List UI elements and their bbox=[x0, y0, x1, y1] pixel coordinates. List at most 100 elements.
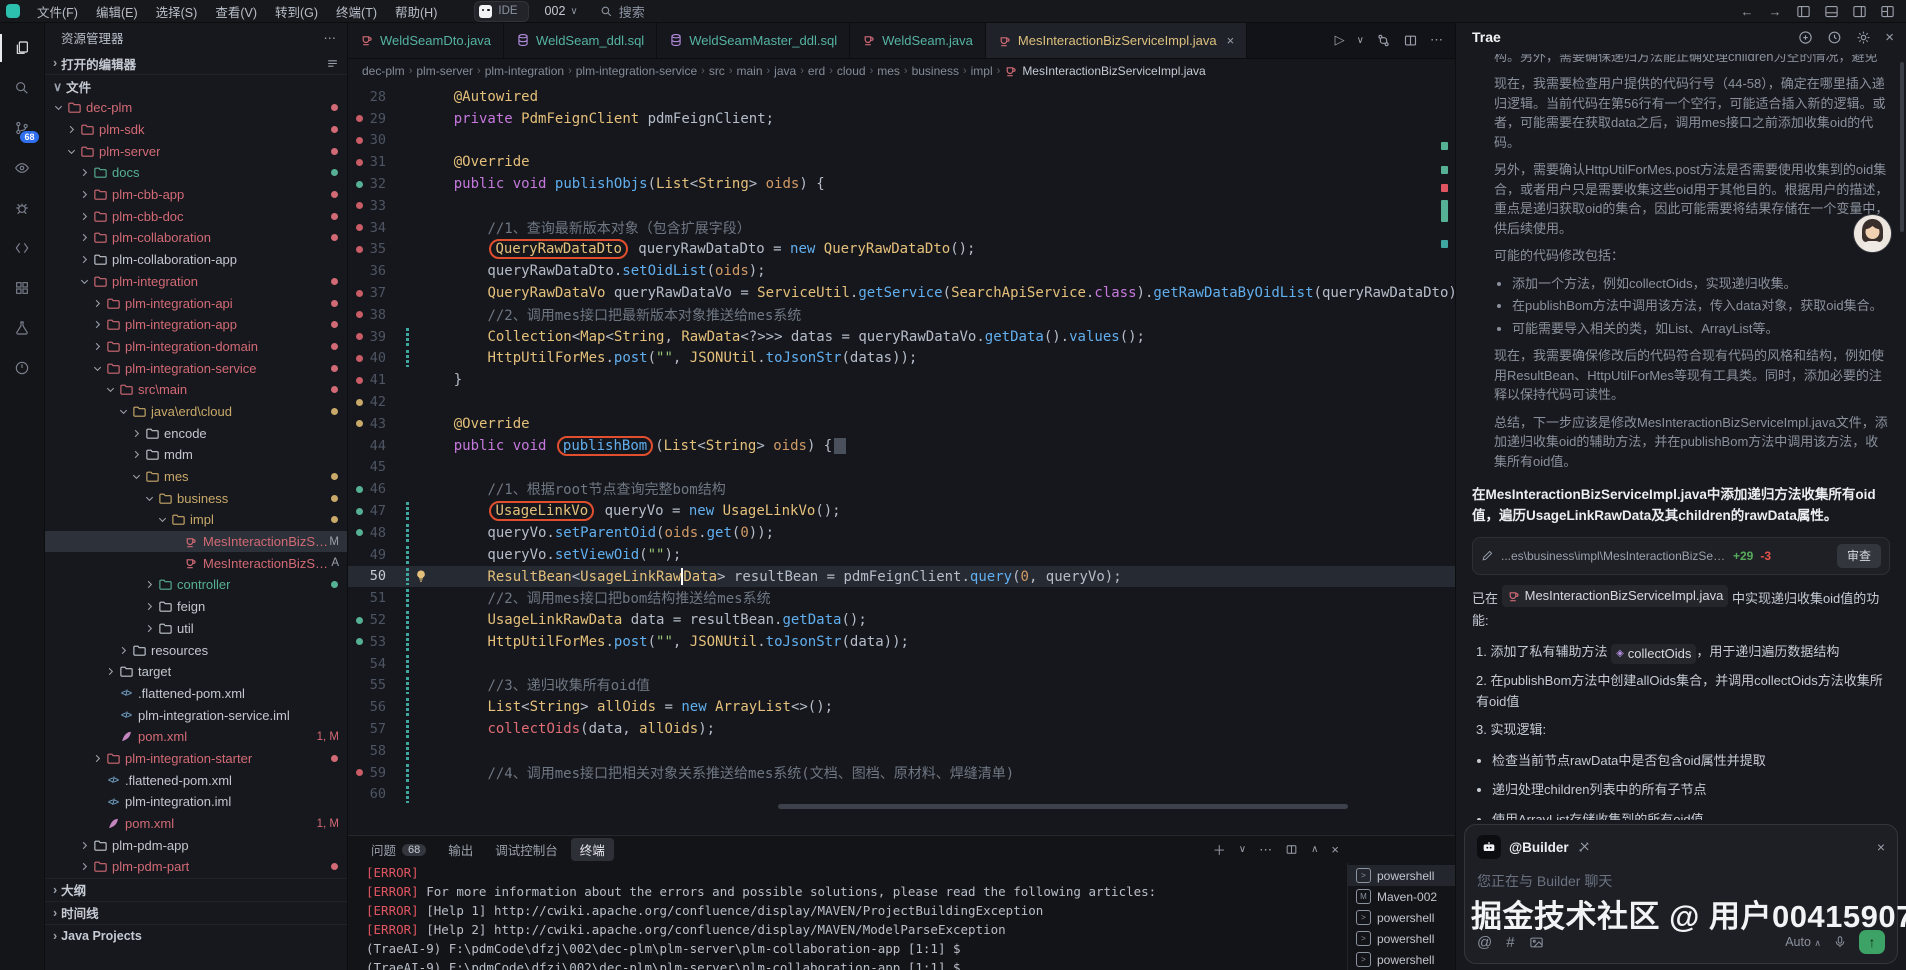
code-line-57[interactable]: 57 collectOids(data, allOids); bbox=[348, 718, 1455, 740]
code-line-35[interactable]: 35 QueryRawDataDto queryRawDataDto = new… bbox=[348, 239, 1455, 261]
split-terminal-icon[interactable] bbox=[1285, 843, 1298, 856]
tree-item-mdm[interactable]: mdm bbox=[45, 444, 347, 466]
tree-item-plm-integration-app[interactable]: plm-integration-app bbox=[45, 314, 347, 336]
close-panel-icon[interactable]: × bbox=[1885, 29, 1894, 46]
tree-item--flattened-pom-xml[interactable]: </>.flattened-pom.xml bbox=[45, 769, 347, 791]
breadcrumb-item[interactable]: java bbox=[774, 64, 796, 78]
chat-input-placeholder[interactable]: 您正在与 Builder 聊天 bbox=[1477, 871, 1885, 891]
code-line-50[interactable]: 50 ResultBean<UsageLinkRawData> resultBe… bbox=[348, 566, 1455, 588]
chat-message-area[interactable]: 构。另外，需要确保递归方法能正确处理children为空的情况，避免空指针异常的… bbox=[1456, 54, 1906, 820]
extensions-icon[interactable] bbox=[0, 268, 45, 308]
horizontal-scrollbar[interactable] bbox=[778, 804, 1348, 809]
menu-item[interactable]: 编辑(E) bbox=[87, 0, 147, 22]
code-line-47[interactable]: 47 UsageLinkVo queryVo = new UsageLinkVo… bbox=[348, 500, 1455, 522]
tree-item-plm-cbb-app[interactable]: plm-cbb-app bbox=[45, 184, 347, 206]
run-dropdown-icon[interactable]: ∨ bbox=[1357, 35, 1364, 46]
debug-icon[interactable] bbox=[0, 188, 45, 228]
tree-item-mesinteractionbizservice-j---[interactable]: MesInteractionBizService.j...A bbox=[45, 552, 347, 574]
code-line-44[interactable]: 44 public void publishBom(List<String> o… bbox=[348, 435, 1455, 457]
code-line-36[interactable]: 36 queryRawDataDto.setOidList(oids); bbox=[348, 260, 1455, 282]
nav-forward-icon[interactable]: → bbox=[1766, 2, 1784, 20]
tree-item-plm-integration[interactable]: plm-integration bbox=[45, 271, 347, 293]
menu-item[interactable]: 帮助(H) bbox=[386, 0, 446, 22]
breadcrumb-item[interactable]: impl bbox=[971, 64, 993, 78]
code-line-37[interactable]: 37 QueryRawDataVo queryRawDataVo = Servi… bbox=[348, 282, 1455, 304]
code-line-31[interactable]: 31 @Override bbox=[348, 151, 1455, 173]
code-line-39[interactable]: 39 Collection<Map<String, RawData<?>>> d… bbox=[348, 326, 1455, 348]
tree-item-controller[interactable]: controller bbox=[45, 574, 347, 596]
tree-item-encode[interactable]: encode bbox=[45, 422, 347, 444]
terminal-session-powershell[interactable]: >powershell bbox=[1348, 865, 1455, 886]
tree-item--flattened-pom-xml[interactable]: </>.flattened-pom.xml bbox=[45, 683, 347, 705]
panel-tab-输出[interactable]: 输出 bbox=[439, 838, 482, 861]
split-editor-icon[interactable] bbox=[1403, 33, 1418, 48]
terminal-session-powershell[interactable]: >powershell bbox=[1348, 907, 1455, 928]
mic-icon[interactable] bbox=[1833, 935, 1847, 949]
terminal-session-maven-002[interactable]: MMaven-002 bbox=[1348, 886, 1455, 907]
java-projects-section[interactable]: ›Java Projects bbox=[45, 924, 347, 947]
tools-icon[interactable] bbox=[1577, 840, 1591, 854]
tree-item-impl[interactable]: impl bbox=[45, 509, 347, 531]
toggle-panel-icon[interactable] bbox=[1822, 2, 1840, 20]
editor-tab-weldseamdto.java[interactable]: WeldSeamDto.java bbox=[348, 22, 504, 58]
code-editor[interactable]: 28 @Autowired29 private PdmFeignClient p… bbox=[348, 83, 1455, 805]
open-changes-icon[interactable] bbox=[1376, 33, 1391, 48]
code-line-32[interactable]: 32 public void publishObjs(List<String> … bbox=[348, 173, 1455, 195]
tree-item-target[interactable]: target bbox=[45, 661, 347, 683]
breadcrumb-item[interactable]: src bbox=[709, 64, 725, 78]
tree-item-plm-pdm-app[interactable]: plm-pdm-app bbox=[45, 834, 347, 856]
edited-file-card[interactable]: ...es\business\impl\MesInteractionBizSer… bbox=[1472, 537, 1890, 575]
tree-item-plm-pdm-part[interactable]: plm-pdm-part bbox=[45, 856, 347, 878]
run-icon[interactable]: ▷ bbox=[1335, 32, 1345, 48]
toggle-sidebar-icon[interactable] bbox=[1794, 2, 1812, 20]
watch-icon[interactable] bbox=[0, 148, 45, 188]
tree-item-plm-collaboration-app[interactable]: plm-collaboration-app bbox=[45, 249, 347, 271]
tree-item-mesinteractionbizservic---[interactable]: MesInteractionBizServic...M bbox=[45, 531, 347, 553]
result-file-chip[interactable]: MesInteractionBizServiceImpl.java bbox=[1502, 585, 1729, 607]
global-search[interactable]: 搜索 bbox=[600, 2, 645, 21]
code-line-40[interactable]: 40 HttpUtilForMes.post("", JSONUtil.toJs… bbox=[348, 348, 1455, 370]
breadcrumb-item[interactable]: dec-plm bbox=[362, 64, 405, 78]
attach-image-icon[interactable] bbox=[1529, 935, 1544, 950]
explorer-icon[interactable] bbox=[0, 28, 45, 68]
breadcrumb-item[interactable]: plm-integration-service bbox=[576, 64, 697, 78]
panel-tab-终端[interactable]: 终端 bbox=[571, 838, 614, 861]
code-line-33[interactable]: 33 bbox=[348, 195, 1455, 217]
terminal-dropdown-icon[interactable]: ∨ bbox=[1239, 844, 1246, 855]
search-icon[interactable] bbox=[0, 68, 45, 108]
menu-item[interactable]: 终端(T) bbox=[327, 0, 386, 22]
breadcrumb[interactable]: dec-plm›plm-server›plm-integration›plm-i… bbox=[348, 59, 1455, 83]
tree-item-resources[interactable]: resources bbox=[45, 639, 347, 661]
tree-item-java-erd-cloud[interactable]: java\erd\cloud bbox=[45, 401, 347, 423]
user-avatar[interactable] bbox=[1853, 214, 1892, 253]
breadcrumb-item[interactable]: plm-server bbox=[416, 64, 473, 78]
timeline-section[interactable]: ›时间线 bbox=[45, 901, 347, 924]
tree-item-plm-integration-service[interactable]: plm-integration-service bbox=[45, 357, 347, 379]
code-line-58[interactable]: 58 bbox=[348, 740, 1455, 762]
layout-customize-icon[interactable] bbox=[1878, 2, 1896, 20]
code-line-53[interactable]: 53 HttpUtilForMes.post("", JSONUtil.toJs… bbox=[348, 631, 1455, 653]
tree-item-plm-integration-service-iml[interactable]: </>plm-integration-service.iml bbox=[45, 704, 347, 726]
tree-item-plm-integration-domain[interactable]: plm-integration-domain bbox=[45, 336, 347, 358]
code-line-45[interactable]: 45 bbox=[348, 457, 1455, 479]
editor-tab-weldseam.java[interactable]: WeldSeam.java bbox=[850, 22, 986, 58]
breadcrumb-item[interactable]: cloud bbox=[837, 64, 866, 78]
code-line-54[interactable]: 54 bbox=[348, 653, 1455, 675]
chat-history-icon[interactable] bbox=[1827, 30, 1842, 45]
maximize-panel-icon[interactable]: ∧ bbox=[1311, 844, 1318, 855]
code-line-51[interactable]: 51 //2、调用mes接口把bom结构推送给mes系统 bbox=[348, 587, 1455, 609]
menu-item[interactable]: 查看(V) bbox=[206, 0, 266, 22]
model-mode-select[interactable]: Auto ∧ bbox=[1785, 935, 1821, 949]
menu-item[interactable]: 选择(S) bbox=[147, 0, 207, 22]
code-line-48[interactable]: 48 queryVo.setParentOid(oids.get(0)); bbox=[348, 522, 1455, 544]
code-line-30[interactable]: 30 bbox=[348, 130, 1455, 152]
editor-tab-weldseam_ddl.sql[interactable]: WeldSeam_ddl.sql bbox=[504, 22, 657, 58]
code-line-56[interactable]: 56 List<String> allOids = new ArrayList<… bbox=[348, 696, 1455, 718]
chat-input-card[interactable]: @Builder × 您正在与 Builder 聊天 掘金技术社区 @ 用户00… bbox=[1464, 824, 1898, 964]
lightbulb-icon[interactable] bbox=[414, 569, 428, 583]
project-switcher[interactable]: 002 ∨ bbox=[545, 4, 578, 18]
panel-more-icon[interactable]: ⋯ bbox=[1259, 842, 1272, 858]
tree-item-pom-xml[interactable]: pom.xml1, M bbox=[45, 726, 347, 748]
code-line-60[interactable]: 60 bbox=[348, 784, 1455, 806]
close-panel-icon[interactable]: × bbox=[1331, 842, 1339, 857]
